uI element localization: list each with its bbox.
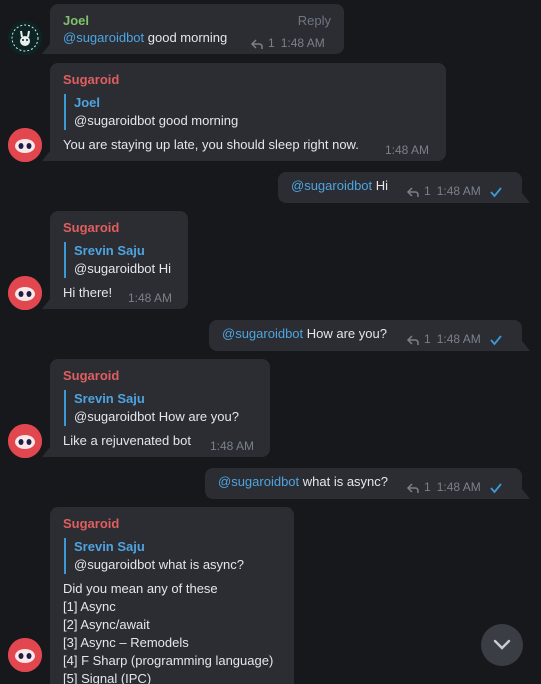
list-intro: Did you mean any of these bbox=[63, 581, 218, 596]
message-meta: 1 1:48 AM bbox=[406, 183, 503, 199]
message-text: Like a rejuvenated bot bbox=[63, 433, 191, 448]
avatar-sugaroid[interactable] bbox=[8, 638, 42, 672]
sugaroid-avatar-icon bbox=[8, 424, 42, 458]
mention-link[interactable]: @sugaroidbot bbox=[291, 178, 372, 193]
timestamp: 1:48 AM bbox=[280, 36, 325, 50]
quote-sender: Srevin Saju bbox=[74, 243, 145, 258]
avatar-joel[interactable] bbox=[8, 21, 42, 55]
reply-count[interactable]: 1 bbox=[424, 184, 431, 198]
message-meta: 1 1:48 AM bbox=[406, 479, 503, 495]
sender-name[interactable]: Sugaroid bbox=[63, 516, 119, 531]
quote-sender: Joel bbox=[74, 95, 101, 110]
message-meta: 1 1:48 AM bbox=[250, 35, 325, 51]
sugaroid-avatar-icon bbox=[8, 128, 42, 162]
mention-link[interactable]: @sugaroidbot bbox=[218, 474, 299, 489]
reply-count[interactable]: 1 bbox=[424, 332, 431, 346]
message-bubble-joel[interactable]: Joel Reply @sugaroidbot good morning 1 1:… bbox=[42, 4, 344, 54]
message-text: @sugaroidbot good morning bbox=[63, 30, 228, 45]
reply-count[interactable]: 1 bbox=[424, 480, 431, 494]
quote-text: @sugaroidbot How are you? bbox=[74, 409, 239, 424]
list-item: [1] Async bbox=[63, 599, 116, 614]
joel-avatar-icon bbox=[8, 21, 42, 55]
reply-arrow-icon[interactable] bbox=[406, 482, 420, 494]
chevron-down-icon bbox=[493, 639, 511, 650]
mention-link[interactable]: @sugaroidbot bbox=[222, 326, 303, 341]
reply-quote[interactable]: Srevin Saju @sugaroidbot How are you? bbox=[64, 390, 239, 426]
message-meta: 1 1:48 AM bbox=[406, 331, 503, 347]
list-item: [4] F Sharp (programming language) bbox=[63, 653, 274, 668]
message-bubble-sugaroid[interactable]: Sugaroid Joel @sugaroidbot good morning … bbox=[42, 63, 446, 161]
quote-sender: Srevin Saju bbox=[74, 391, 145, 406]
sugaroid-avatar-icon bbox=[8, 276, 42, 310]
message-text: You are staying up late, you should slee… bbox=[63, 137, 359, 152]
mention-link[interactable]: @sugaroidbot bbox=[63, 30, 144, 45]
message-bubble-sugaroid[interactable]: Sugaroid Srevin Saju @sugaroidbot what i… bbox=[50, 507, 294, 684]
timestamp: 1:48 AM bbox=[436, 480, 481, 494]
scroll-to-bottom-button[interactable] bbox=[481, 624, 523, 666]
message-text: @sugaroidbot what is async? bbox=[218, 474, 389, 489]
sender-name[interactable]: Joel bbox=[63, 13, 89, 28]
reply-arrow-icon[interactable] bbox=[406, 186, 420, 198]
reply-button[interactable]: Reply bbox=[298, 13, 331, 28]
message-bubble-sugaroid[interactable]: Sugaroid Srevin Saju @sugaroidbot How ar… bbox=[42, 359, 270, 457]
list-item: [2] Async/await bbox=[63, 617, 150, 632]
timestamp: 1:48 AM bbox=[210, 439, 255, 453]
reply-quote[interactable]: Joel @sugaroidbot good morning bbox=[64, 94, 238, 130]
timestamp: 1:48 AM bbox=[436, 332, 481, 346]
sender-name[interactable]: Sugaroid bbox=[63, 72, 119, 87]
timestamp: 1:48 AM bbox=[436, 184, 481, 198]
check-icon bbox=[490, 187, 502, 198]
quote-text: @sugaroidbot what is async? bbox=[74, 557, 245, 572]
reply-quote[interactable]: Srevin Saju @sugaroidbot what is async? bbox=[64, 538, 244, 574]
sender-name[interactable]: Sugaroid bbox=[63, 368, 119, 383]
message-bubble-outgoing[interactable]: @sugaroidbot Hi 1 1:48 AM bbox=[278, 172, 530, 203]
timestamp: 1:48 AM bbox=[385, 143, 430, 157]
check-icon bbox=[490, 335, 502, 346]
quote-text: @sugaroidbot Hi bbox=[74, 261, 172, 276]
avatar-sugaroid[interactable] bbox=[8, 276, 42, 310]
list-item: [5] Signal (IPC) bbox=[63, 671, 152, 684]
message-bubble-outgoing[interactable]: @sugaroidbot How are you? 1 1:48 AM bbox=[209, 320, 530, 351]
quote-text: @sugaroidbot good morning bbox=[74, 113, 239, 128]
message-text: @sugaroidbot Hi bbox=[291, 178, 389, 193]
reply-quote[interactable]: Srevin Saju @sugaroidbot Hi bbox=[64, 242, 171, 278]
sender-name[interactable]: Sugaroid bbox=[63, 220, 119, 235]
reply-count[interactable]: 1 bbox=[268, 36, 275, 50]
avatar-sugaroid[interactable] bbox=[8, 424, 42, 458]
reply-arrow-icon[interactable] bbox=[406, 334, 420, 346]
reply-arrow-icon[interactable] bbox=[250, 38, 264, 50]
message-text: @sugaroidbot How are you? bbox=[222, 326, 387, 341]
sugaroid-avatar-icon bbox=[8, 638, 42, 672]
message-text: Hi there! bbox=[63, 285, 113, 300]
timestamp: 1:48 AM bbox=[128, 291, 173, 305]
suggestion-list: Did you mean any of these [1] Async [2] … bbox=[63, 580, 273, 684]
avatar-sugaroid[interactable] bbox=[8, 128, 42, 162]
message-bubble-outgoing[interactable]: @sugaroidbot what is async? 1 1:48 AM bbox=[205, 468, 530, 499]
quote-sender: Srevin Saju bbox=[74, 539, 145, 554]
check-icon bbox=[490, 483, 502, 494]
message-bubble-sugaroid[interactable]: Sugaroid Srevin Saju @sugaroidbot Hi Hi … bbox=[42, 211, 188, 309]
list-item: [3] Async – Remodels bbox=[63, 635, 189, 650]
